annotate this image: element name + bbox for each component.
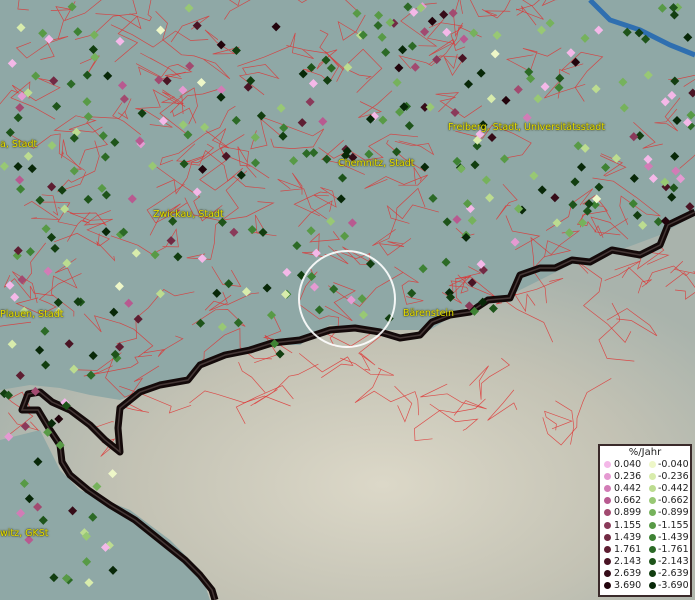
legend-row: 0.040 -0.040 (600, 459, 690, 470)
legend-value-negative: -0.899 (658, 507, 689, 519)
legend-value-negative: -0.442 (658, 483, 689, 495)
legend-value-positive: 0.662 (614, 495, 642, 507)
legend-swatch-positive (604, 545, 611, 553)
legend-value-positive: 3.690 (614, 580, 642, 591)
legend-swatch-positive (604, 485, 611, 493)
legend-swatch-positive (604, 521, 611, 529)
legend-swatch-positive (604, 461, 611, 468)
legend-value-negative: -3.690 (658, 580, 689, 591)
legend-row: 0.442 -0.442 (600, 483, 690, 494)
legend-value-positive: 2.639 (614, 567, 642, 579)
legend-value-positive: 0.040 (614, 459, 642, 470)
legend-value-negative: -0.662 (658, 495, 689, 507)
legend-swatch-negative (649, 582, 656, 589)
legend-value-negative: -1.155 (658, 519, 689, 531)
legend-value-positive: 1.439 (614, 531, 642, 543)
legend-swatch-negative (649, 569, 656, 577)
legend-value-negative: -1.761 (658, 543, 689, 555)
legend-swatch-negative (649, 545, 656, 553)
legend-title: %/Jahr (628, 447, 662, 458)
legend-value-negative: -2.143 (658, 555, 689, 567)
legend-value-positive: 2.143 (614, 555, 642, 567)
legend-swatch-positive (604, 582, 611, 589)
legend-row: 2.143 -2.143 (600, 556, 690, 567)
legend: %/Jahr 0.040 -0.040 0.236 -0.236 0.442 -0.442… (598, 444, 692, 597)
legend-swatch-negative (649, 461, 656, 468)
legend-swatch-negative (649, 497, 656, 505)
legend-value-positive: 0.899 (614, 507, 642, 519)
place-label-cropped-a[interactable]: a, Stadt (0, 139, 37, 150)
legend-value-negative: -1.439 (658, 531, 689, 543)
place-label-plauen[interactable]: Plauen, Stadt (0, 309, 63, 320)
legend-value-positive: 0.442 (614, 483, 642, 495)
legend-value-negative: -2.639 (658, 567, 689, 579)
legend-row: 1.439 -1.439 (600, 532, 690, 543)
place-label-baerenstein[interactable]: Bärenstein (403, 308, 454, 319)
legend-swatch-negative (649, 533, 656, 541)
place-label-freiberg[interactable]: Freiberg, Stadt, Universitätsstadt (448, 122, 605, 133)
legend-value-negative: -0.040 (658, 459, 689, 470)
legend-row: 2.639 -2.639 (600, 568, 690, 579)
legend-swatch-negative (649, 509, 656, 517)
legend-value-positive: 1.761 (614, 543, 642, 555)
legend-value-negative: -0.236 (658, 471, 689, 483)
legend-swatch-negative (649, 485, 656, 493)
place-label-cropped-witz[interactable]: witz, GKSt (0, 528, 49, 539)
legend-swatch-positive (604, 509, 611, 517)
legend-swatch-positive (604, 557, 611, 565)
legend-value-positive: 0.236 (614, 471, 642, 483)
legend-swatch-negative (649, 473, 656, 481)
legend-swatch-negative (649, 557, 656, 565)
legend-swatch-positive (604, 533, 611, 541)
legend-row: 0.236 -0.236 (600, 471, 690, 482)
legend-swatch-negative (649, 521, 656, 529)
legend-swatch-positive (604, 473, 611, 481)
legend-row: 0.899 -0.899 (600, 507, 690, 518)
legend-swatch-positive (604, 569, 611, 577)
place-label-zwickau[interactable]: Zwickau, Stadt (153, 209, 224, 220)
legend-swatch-positive (604, 497, 611, 505)
place-label-chemnitz[interactable]: Chemnitz, Stadt (338, 158, 415, 169)
legend-value-positive: 1.155 (614, 519, 642, 531)
legend-row: 1.761 -1.761 (600, 544, 690, 555)
legend-row: 3.690 -3.690 (600, 580, 690, 591)
legend-row: 1.155 -1.155 (600, 520, 690, 531)
legend-row: 0.662 -0.662 (600, 495, 690, 506)
selection-circle (298, 250, 396, 348)
map-canvas[interactable]: Freiberg, Stadt, Universitätsstadt Chemn… (0, 0, 695, 600)
